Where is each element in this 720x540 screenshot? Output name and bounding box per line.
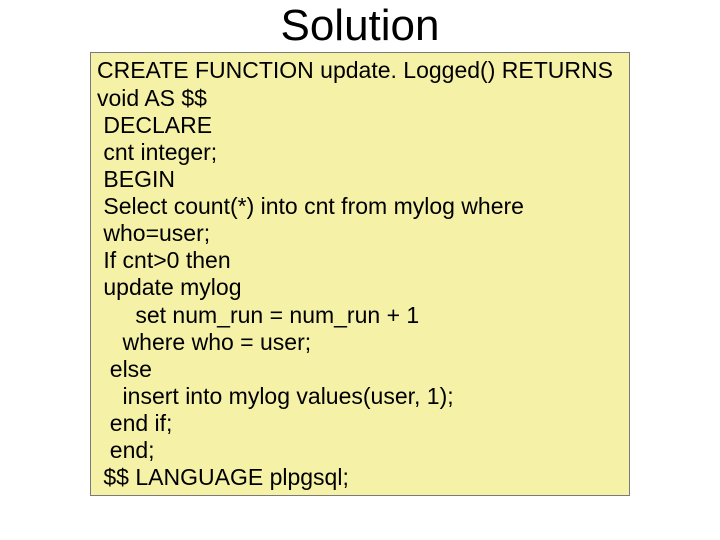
code-line: update mylog (97, 274, 623, 301)
slide: Solution CREATE FUNCTION update. Logged(… (0, 0, 720, 540)
code-box: CREATE FUNCTION update. Logged() RETURNS… (90, 52, 630, 496)
code-line: CREATE FUNCTION update. Logged() RETURNS (97, 57, 623, 84)
code-line: Select count(*) into cnt from mylog wher… (97, 193, 623, 220)
code-line: void AS $$ (97, 85, 623, 112)
code-line: who=user; (97, 220, 623, 247)
code-line: DECLARE (97, 112, 623, 139)
code-line: If cnt>0 then (97, 247, 623, 274)
code-line: set num_run = num_run + 1 (97, 302, 623, 329)
code-line: end; (97, 437, 623, 464)
code-line: where who = user; (97, 329, 623, 356)
code-line: BEGIN (97, 166, 623, 193)
code-line: end if; (97, 410, 623, 437)
code-line: insert into mylog values(user, 1); (97, 383, 623, 410)
code-line: $$ LANGUAGE plpgsql; (97, 464, 623, 491)
page-title: Solution (0, 0, 720, 52)
code-line: else (97, 356, 623, 383)
code-line: cnt integer; (97, 139, 623, 166)
